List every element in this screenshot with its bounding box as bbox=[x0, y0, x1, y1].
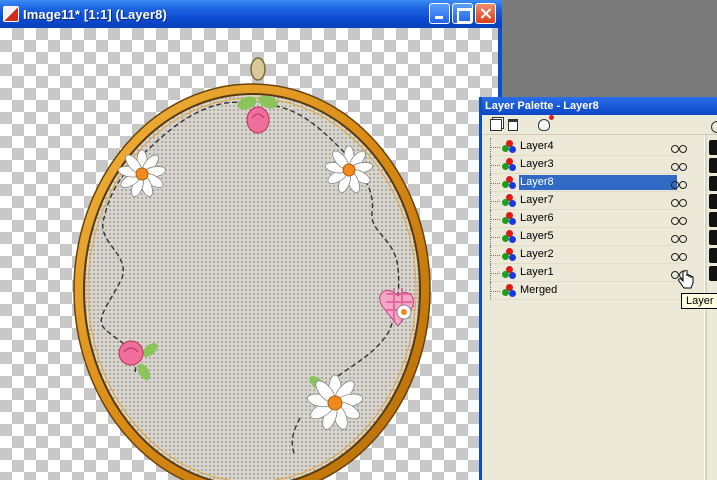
image-canvas[interactable] bbox=[0, 28, 498, 480]
layer-name[interactable]: Layer7 bbox=[519, 193, 677, 208]
visibility-toggle-icon[interactable] bbox=[671, 159, 687, 171]
layer-row-layer3[interactable]: Layer3 bbox=[490, 155, 687, 174]
visibility-toggle-icon[interactable] bbox=[671, 213, 687, 225]
layer-row-layer8[interactable]: Layer8 bbox=[490, 173, 687, 192]
layer-row-layer5[interactable]: Layer5 bbox=[490, 227, 687, 246]
new-mask-icon[interactable] bbox=[538, 114, 554, 131]
layer-row-layer1[interactable]: Layer1 bbox=[490, 263, 687, 282]
visibility-toggle-icon[interactable] bbox=[671, 177, 687, 189]
raster-layer-icon bbox=[502, 140, 516, 153]
minimize-button[interactable] bbox=[429, 3, 450, 24]
layer-name[interactable]: Layer5 bbox=[519, 229, 677, 244]
raster-layer-icon bbox=[502, 266, 516, 279]
layer-name[interactable]: Layer4 bbox=[519, 139, 677, 154]
raster-layer-icon bbox=[502, 158, 516, 171]
layer-name[interactable]: Layer1 bbox=[519, 265, 677, 280]
layer-row-merged[interactable]: Merged bbox=[490, 281, 680, 300]
app-icon[interactable] bbox=[3, 6, 19, 22]
layer-name[interactable]: Layer3 bbox=[519, 157, 677, 172]
visibility-tooltip: Layer V bbox=[681, 293, 717, 309]
layer-row-layer4[interactable]: Layer4 bbox=[490, 137, 687, 156]
layer-name[interactable]: Layer2 bbox=[519, 247, 677, 262]
hoop-fabric bbox=[83, 93, 421, 480]
image-window: Image11* [1:1] (Layer8) bbox=[0, 0, 502, 480]
layer-row-layer6[interactable]: Layer6 bbox=[490, 209, 687, 228]
eye-icon[interactable] bbox=[711, 121, 717, 133]
layer-name[interactable]: Merged bbox=[519, 283, 677, 298]
new-layer-icon[interactable] bbox=[490, 118, 502, 131]
layer-palette-title: Layer Palette - Layer8 bbox=[485, 100, 599, 112]
raster-layer-icon bbox=[502, 194, 516, 207]
visibility-toggle-icon[interactable] bbox=[671, 231, 687, 243]
raster-layer-icon bbox=[502, 248, 516, 261]
layer-name[interactable]: Layer6 bbox=[519, 211, 677, 226]
visibility-toggle-icon[interactable] bbox=[671, 249, 687, 261]
delete-layer-icon[interactable] bbox=[508, 118, 518, 131]
raster-layer-icon bbox=[502, 212, 516, 225]
raster-layer-icon bbox=[502, 230, 516, 243]
layer-palette-titlebar[interactable]: Layer Palette - Layer8 bbox=[482, 97, 717, 115]
visibility-toggle-icon[interactable] bbox=[671, 195, 687, 207]
layer-row-layer2[interactable]: Layer2 bbox=[490, 245, 687, 264]
maximize-button[interactable] bbox=[452, 3, 473, 24]
image-window-title: Image11* [1:1] (Layer8) bbox=[23, 6, 167, 22]
layer-list: Layer4 Layer3 Layer8 Layer7 Layer6 Layer… bbox=[490, 137, 687, 300]
hand-cursor-icon bbox=[678, 270, 694, 289]
layer-name[interactable]: Layer8 bbox=[519, 175, 677, 190]
raster-layer-icon bbox=[502, 176, 516, 189]
image-window-titlebar[interactable]: Image11* [1:1] (Layer8) bbox=[0, 0, 502, 28]
embroidery-hoop-image bbox=[73, 57, 431, 480]
layer-palette-toolbar bbox=[482, 114, 717, 135]
raster-layer-icon bbox=[502, 284, 516, 297]
close-button[interactable] bbox=[475, 3, 496, 24]
layer-row-layer7[interactable]: Layer7 bbox=[490, 191, 687, 210]
hoop-hanger bbox=[250, 57, 266, 81]
visibility-toggle-icon[interactable] bbox=[671, 141, 687, 153]
